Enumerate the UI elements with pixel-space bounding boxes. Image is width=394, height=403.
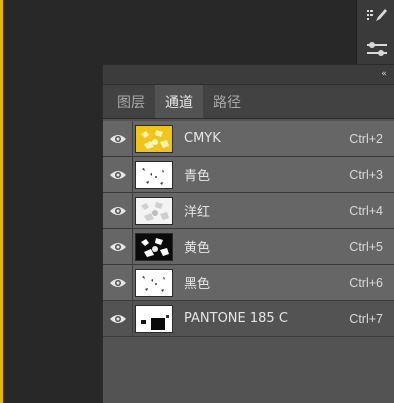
channel-thumbnail [135, 304, 173, 333]
panel-header-bar[interactable]: « [103, 65, 394, 85]
channel-list: CMYK Ctrl+2 青色 Ctrl+3 洋红 Ctrl+4 黄色 Ctrl+… [103, 120, 394, 337]
visibility-eye-icon[interactable] [103, 300, 133, 337]
tab-layers[interactable]: 图层 [107, 85, 155, 118]
app-window: « 图层 通道 路径 CMYK Ctrl+2 青色 Ctrl+3 洋红 Ctrl… [0, 0, 394, 403]
channel-row-cmyk[interactable]: CMYK Ctrl+2 [103, 120, 394, 157]
channel-row-pantone[interactable]: PANTONE 185 C Ctrl+7 [103, 300, 394, 337]
document-edge [0, 0, 3, 403]
channel-thumbnail [135, 124, 173, 153]
visibility-eye-icon[interactable] [103, 264, 133, 301]
visibility-eye-icon[interactable] [103, 120, 133, 157]
channel-thumbnail [135, 160, 173, 189]
channel-shortcut: Ctrl+4 [349, 203, 383, 218]
visibility-eye-icon[interactable] [103, 228, 133, 265]
visibility-eye-icon[interactable] [103, 192, 133, 229]
channel-shortcut: Ctrl+7 [349, 311, 383, 326]
channel-shortcut: Ctrl+3 [349, 167, 383, 182]
right-tool-strip [356, 0, 394, 70]
panel-tabs: 图层 通道 路径 [103, 85, 394, 119]
channel-shortcut: Ctrl+5 [349, 239, 383, 254]
visibility-eye-icon[interactable] [103, 156, 133, 193]
tab-paths[interactable]: 路径 [203, 85, 251, 118]
channels-panel: « 图层 通道 路径 CMYK Ctrl+2 青色 Ctrl+3 洋红 Ctrl… [102, 64, 394, 403]
channel-shortcut: Ctrl+6 [349, 275, 383, 290]
collapse-panel-icon[interactable]: « [378, 69, 390, 79]
channel-shortcut: Ctrl+2 [349, 131, 383, 146]
tab-channels[interactable]: 通道 [155, 85, 203, 118]
channel-row-cyan[interactable]: 青色 Ctrl+3 [103, 156, 394, 193]
channel-thumbnail [135, 268, 173, 297]
adjustments-icon[interactable] [365, 38, 389, 60]
channel-thumbnail [135, 196, 173, 225]
channel-row-yellow[interactable]: 黄色 Ctrl+5 [103, 228, 394, 265]
brush-settings-icon[interactable] [365, 6, 389, 28]
channel-thumbnail [135, 232, 173, 261]
channel-row-black[interactable]: 黑色 Ctrl+6 [103, 264, 394, 301]
channel-row-magenta[interactable]: 洋红 Ctrl+4 [103, 192, 394, 229]
